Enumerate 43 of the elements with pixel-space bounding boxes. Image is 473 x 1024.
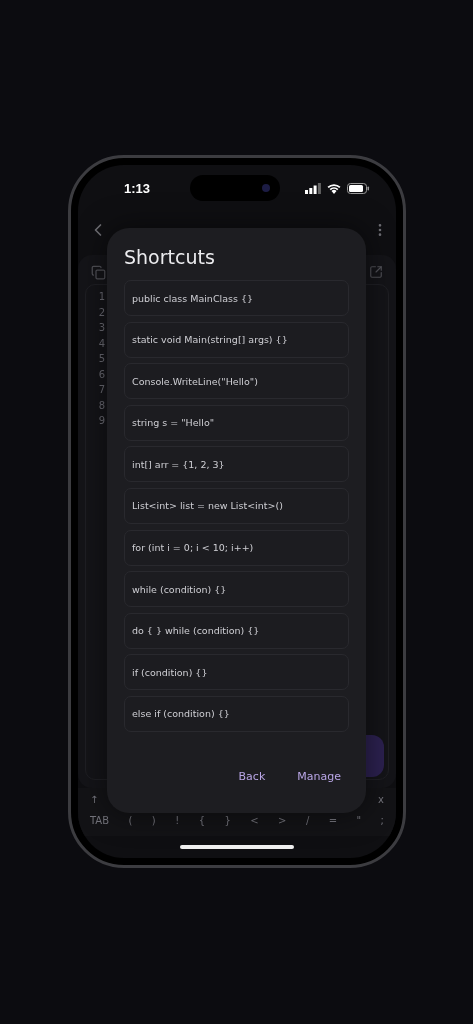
key[interactable]: TAB [90, 815, 110, 826]
line-number: 6 [97, 367, 105, 382]
key[interactable]: " [356, 815, 362, 826]
shortcut-item[interactable]: List<int> list = new List<int>() [124, 487, 349, 524]
manage-button[interactable]: Manage [291, 765, 347, 787]
line-number: 4 [97, 336, 105, 351]
key[interactable]: ( [128, 815, 133, 826]
key[interactable]: x [378, 794, 384, 805]
line-number: 1 [97, 290, 105, 304]
battery-icon [347, 182, 370, 194]
key[interactable]: } [224, 815, 231, 826]
line-number: 5 [97, 352, 105, 366]
key[interactable]: ) [151, 815, 156, 826]
shortcut-item[interactable]: while (condition) {} [124, 571, 349, 608]
shortcut-item[interactable]: static void Main(string[] args) {} [124, 321, 349, 358]
key[interactable]: ↑ [90, 794, 99, 805]
external-link-icon[interactable] [369, 265, 383, 279]
shortcut-item[interactable]: else if (condition) {} [124, 695, 349, 732]
wifi-icon [327, 182, 341, 194]
key[interactable]: = [328, 815, 338, 826]
back-button[interactable]: Back [232, 765, 272, 787]
key[interactable]: { [198, 815, 205, 826]
shortcut-item[interactable]: int[] arr = {1, 2, 3} [124, 446, 349, 483]
shortcut-item[interactable]: for (int i = 0; i < 10; i++) [124, 529, 349, 566]
line-number: 8 [97, 398, 105, 413]
shortcut-item[interactable]: string s = "Hello" [124, 404, 349, 441]
copy-icon[interactable] [91, 265, 106, 280]
status-time: 1:13 [124, 180, 151, 196]
key[interactable]: ! [175, 815, 180, 826]
line-number: 9 [97, 414, 105, 428]
shortcut-item[interactable]: Console.WriteLine("Hello") [124, 363, 349, 400]
line-number: 3 [97, 321, 105, 335]
signal-icon [305, 182, 321, 194]
line-number: 2 [97, 305, 105, 320]
key[interactable]: > [278, 815, 287, 826]
dialog-title: Shortcuts [124, 245, 216, 270]
shortcut-item[interactable]: do { } while (condition) {} [124, 612, 349, 649]
key[interactable]: < [250, 815, 259, 826]
key[interactable]: ; [380, 815, 384, 826]
shortcut-item[interactable]: public class MainClass {} [124, 280, 349, 316]
line-number: 7 [97, 383, 105, 397]
key[interactable]: / [305, 815, 310, 826]
shortcut-item[interactable]: if (condition) {} [124, 654, 349, 691]
